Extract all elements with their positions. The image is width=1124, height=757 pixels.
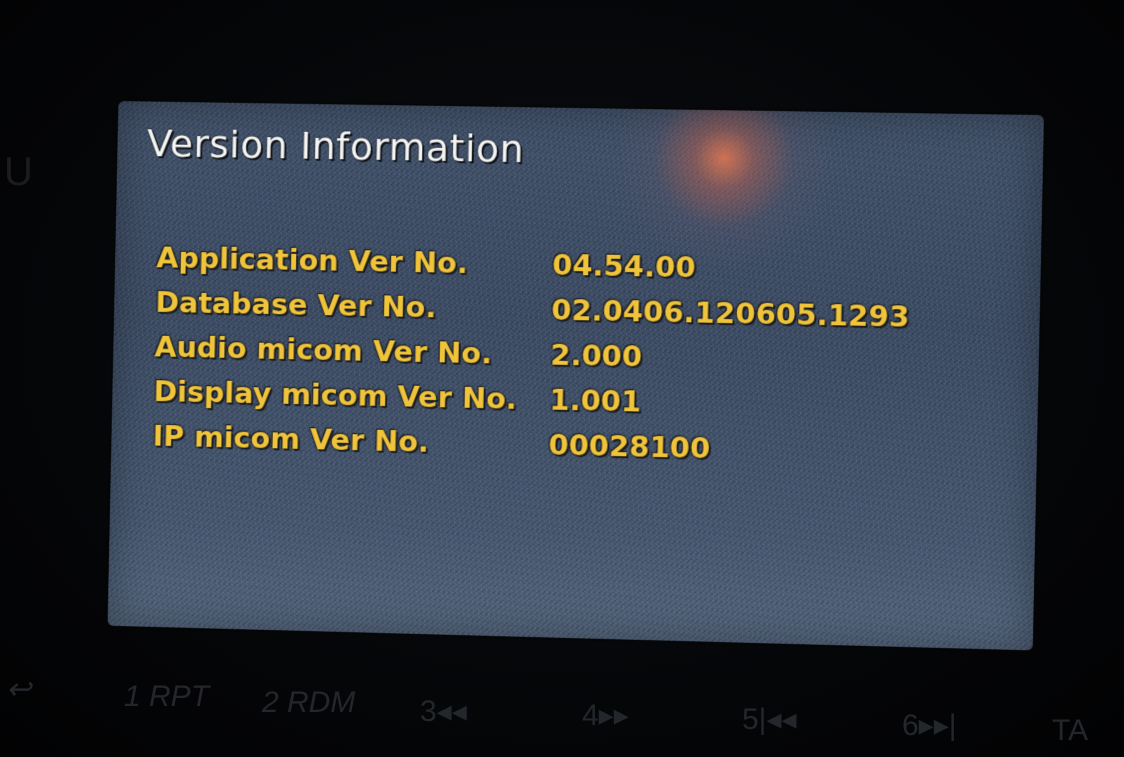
display-screen: Version Information Application Ver No. … [107, 101, 1044, 651]
version-label: Database Ver No. [155, 285, 437, 325]
preset-5-previous-button[interactable]: 5|◂◂ [742, 702, 797, 737]
version-label: Display micom Ver No. [153, 374, 518, 416]
bezel-edge-glyph: U [4, 150, 33, 194]
car-head-unit: U Version Information Application Ver No… [0, 0, 1124, 757]
page-title: Version Information [146, 121, 525, 172]
preset-1-rpt-button[interactable]: 1 RPT [124, 680, 209, 714]
version-value: 1.001 [549, 382, 642, 419]
version-value: 04.54.00 [551, 247, 696, 285]
back-button[interactable]: ↩ [6, 672, 31, 707]
preset-6-next-button[interactable]: 6▸▸| [902, 708, 957, 743]
ta-button[interactable]: TA [1052, 714, 1088, 748]
preset-3-rewind-button[interactable]: 3◂◂ [420, 694, 467, 729]
version-label: IP micom Ver No. [152, 418, 430, 459]
version-label: Application Ver No. [156, 240, 469, 281]
version-value: 00028100 [548, 427, 711, 466]
version-value: 02.0406.120605.1293 [550, 292, 910, 334]
hardware-button-row: ↩ 1 RPT 2 RDM 3◂◂ 4▸▸ 5|◂◂ 6▸▸| TA [0, 672, 1124, 747]
preset-2-rdm-button[interactable]: 2 RDM [262, 686, 355, 720]
version-label: Audio micom Ver No. [154, 329, 493, 371]
preset-4-forward-button[interactable]: 4▸▸ [582, 698, 629, 733]
version-list: Application Ver No. 04.54.00 Database Ve… [152, 240, 976, 482]
version-value: 2.000 [550, 337, 643, 374]
